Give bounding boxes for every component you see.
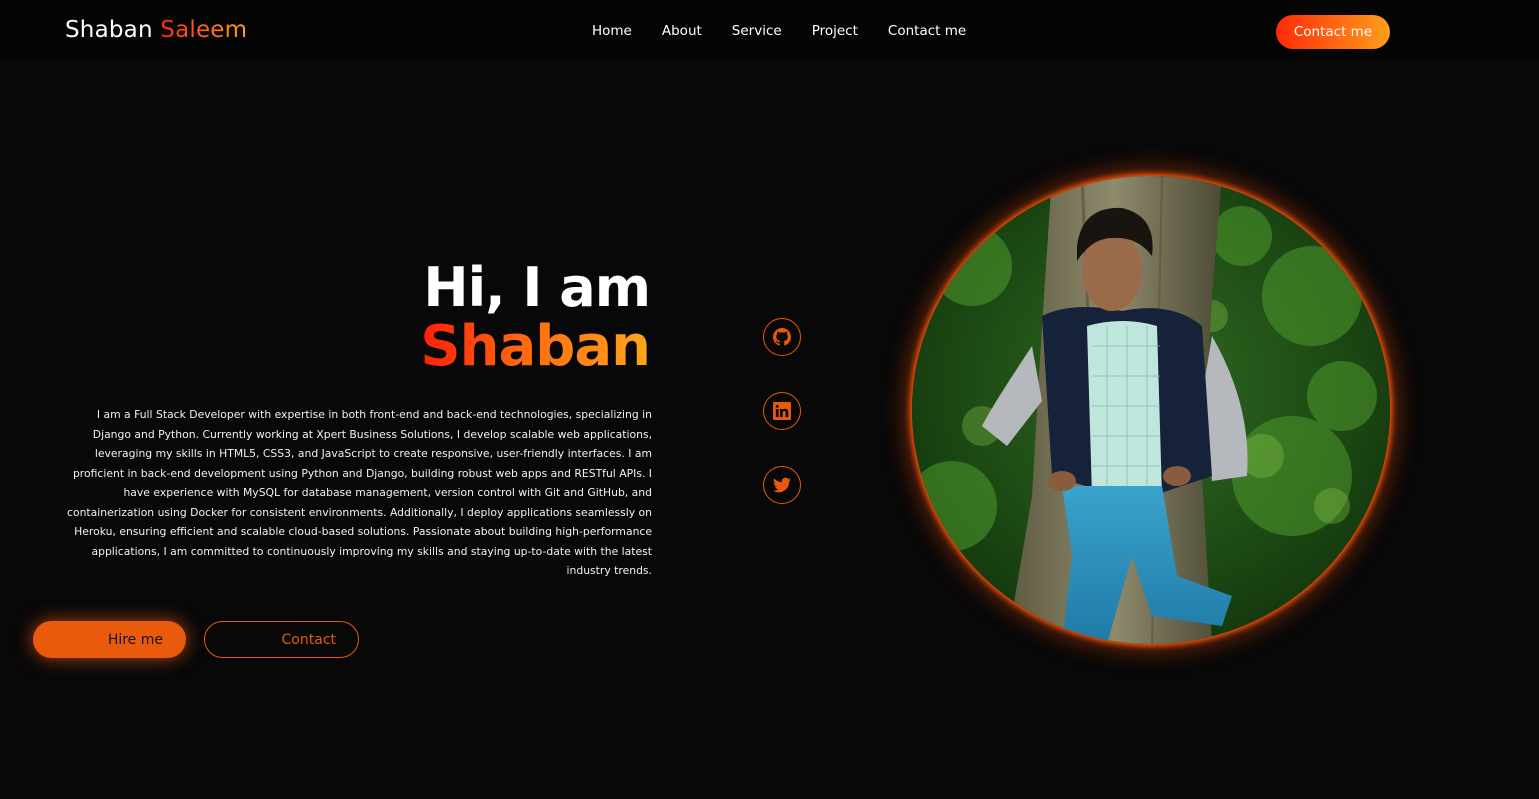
logo-first-name: Shaban — [65, 17, 153, 43]
profile-photo-illustration — [912, 176, 1390, 644]
logo[interactable]: Shaban Saleem — [65, 17, 247, 43]
hero-name: Shaban — [420, 314, 651, 379]
nav-project[interactable]: Project — [812, 23, 858, 39]
nav-about[interactable]: About — [662, 23, 702, 39]
github-icon — [773, 328, 791, 346]
hero-greeting: Hi, I am — [423, 256, 651, 319]
portfolio-page: Shaban Saleem Home About Service Project… — [0, 0, 1539, 799]
main-nav: Home About Service Project Contact me — [592, 23, 966, 39]
nav-home[interactable]: Home — [592, 23, 632, 39]
site-header: Shaban Saleem Home About Service Project… — [0, 0, 1539, 62]
twitter-link[interactable] — [763, 466, 801, 504]
hero-bio: I am a Full Stack Developer with experti… — [67, 408, 652, 577]
linkedin-link[interactable] — [763, 392, 801, 430]
nav-contact-me[interactable]: Contact me — [888, 23, 966, 39]
hire-me-button[interactable]: Hire me — [33, 621, 186, 658]
profile-photo — [912, 176, 1390, 644]
twitter-icon — [773, 477, 791, 493]
linkedin-icon — [773, 402, 791, 420]
nav-service[interactable]: Service — [732, 23, 782, 39]
github-link[interactable] — [763, 318, 801, 356]
header-contact-button[interactable]: Contact me — [1276, 15, 1390, 49]
contact-button[interactable]: Contact — [204, 621, 359, 658]
logo-last-name: Saleem — [160, 17, 248, 43]
